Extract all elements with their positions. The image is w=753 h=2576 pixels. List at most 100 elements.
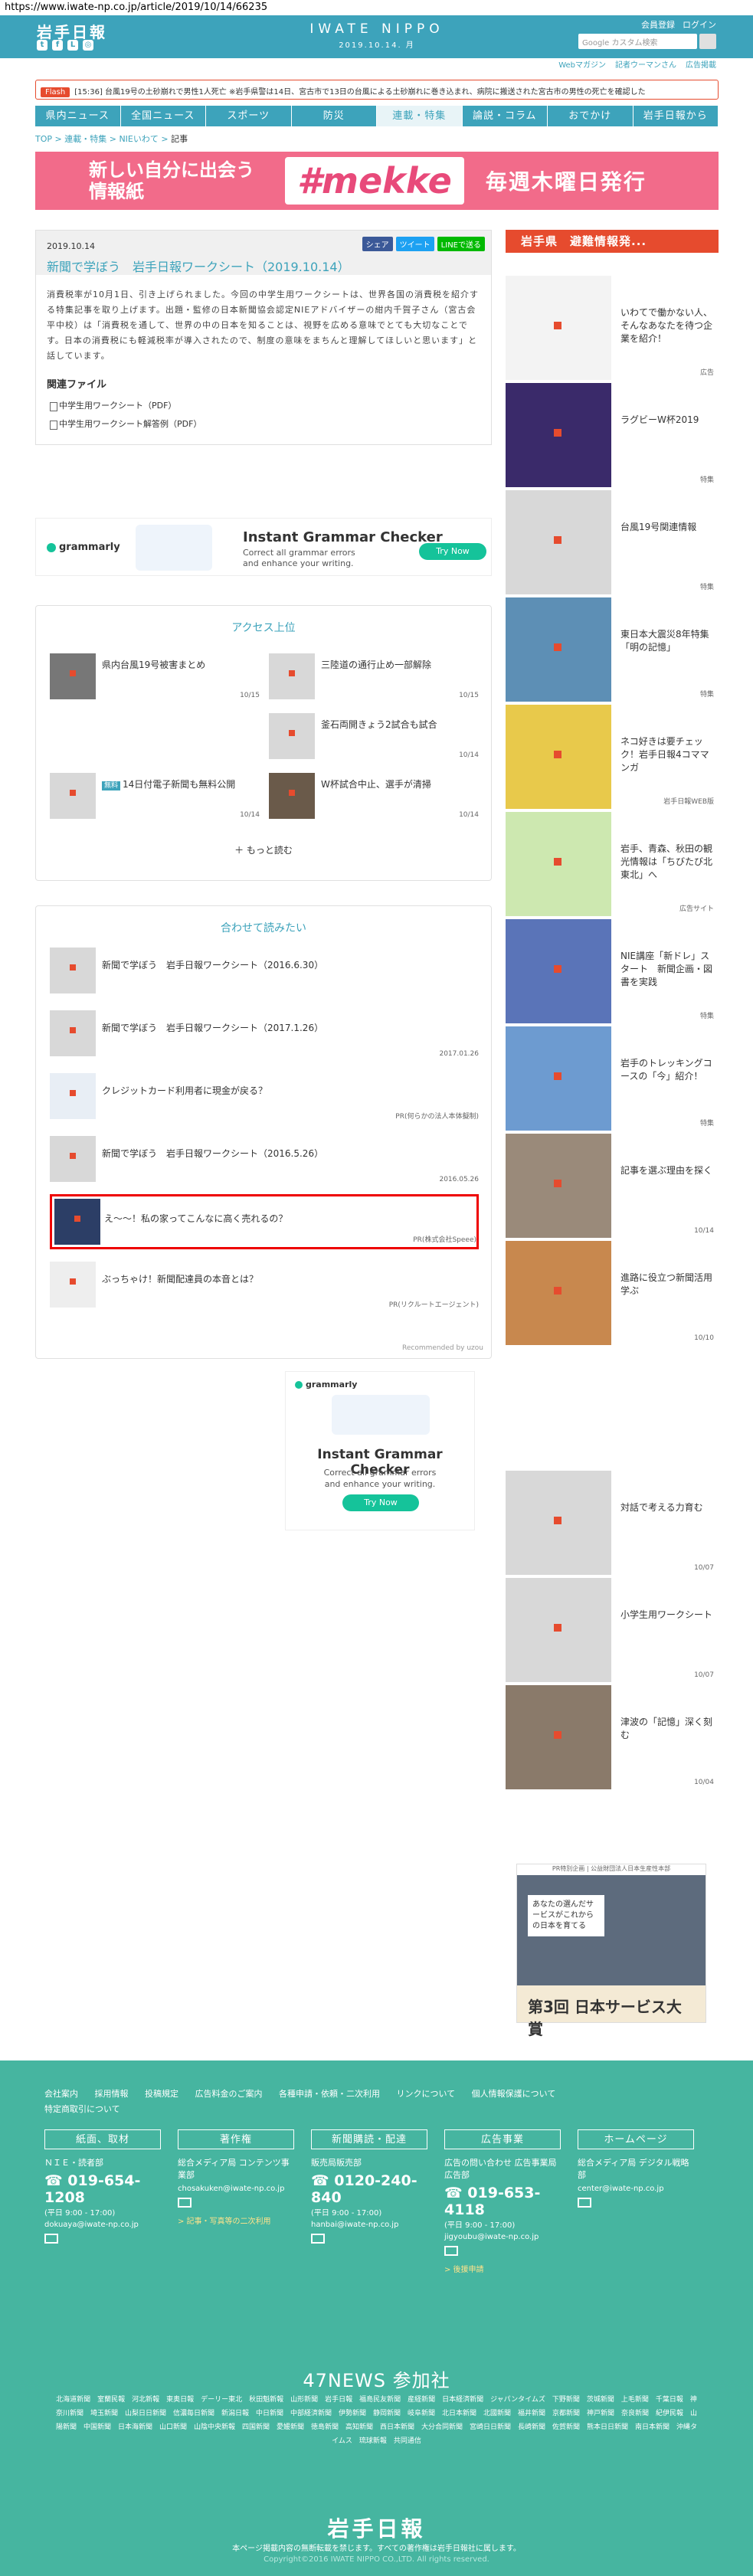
mail-icon[interactable] xyxy=(578,2198,591,2208)
mail-icon[interactable] xyxy=(444,2246,458,2256)
related-item[interactable]: ぶっちゃけ！新聞配達員の本音とは？ PR(リクルートエージェント) xyxy=(50,1257,479,1312)
facebook-icon[interactable]: f xyxy=(52,40,63,51)
related-item-highlighted[interactable]: え〜〜！私の家ってこんなに高く売れるの？ PR(株式会社Speee) xyxy=(50,1194,479,1249)
mail-icon[interactable] xyxy=(44,2234,58,2244)
flash-news[interactable]: Flash [15:36] 台風19号の土砂崩れで男性1人死亡 ※岩手県警は14日… xyxy=(35,80,719,100)
evacuation-info-header[interactable]: 岩手県 避難情報発... xyxy=(506,230,719,253)
footer-col-link[interactable]: > 記事・写真等の二次利用 xyxy=(178,2214,294,2226)
login-link[interactable]: ログイン xyxy=(683,18,716,31)
sidebar-item[interactable]: ラグビーW杯2019 特集 xyxy=(506,383,719,487)
site-logo[interactable]: 岩手日報 xyxy=(37,20,107,42)
footer-link[interactable]: 特定商取引について xyxy=(44,2104,120,2114)
sidebar-item[interactable]: 進路に役立つ新聞活用学ぶ 10/10 xyxy=(506,1241,719,1345)
twitter-icon[interactable]: t xyxy=(37,40,47,51)
footer-col-dept: ＮＩＥ・読者部 xyxy=(44,2158,103,2168)
footer-link[interactable]: 投稿規定 xyxy=(145,2089,178,2099)
nav-item[interactable]: 全国ニュース xyxy=(121,106,206,126)
try-now-button[interactable]: Try Now xyxy=(342,1494,419,1511)
email-address[interactable]: chosakuken@iwate-np.co.jp xyxy=(178,2185,294,2193)
facebook-share-button[interactable]: シェア xyxy=(362,237,393,251)
search-input[interactable]: Google カスタム検索 xyxy=(578,34,697,49)
sidebar-item[interactable]: 岩手、青森、秋田の観光情報は「ちびたび北東北」へ 広告サイト xyxy=(506,812,719,916)
phone-number[interactable]: ☎ 0120-240-840 xyxy=(311,2172,427,2206)
mekke-banner[interactable]: 新しい自分に出会う 情報紙 #mekke 毎週木曜日発行 xyxy=(35,152,719,210)
mail-icon[interactable] xyxy=(311,2234,325,2244)
ranking-item[interactable]: 三陸道の通行止め一部解除 10/15 xyxy=(269,653,479,699)
sidebar-thumb xyxy=(506,1241,611,1345)
instagram-icon[interactable]: ◎ xyxy=(83,40,93,51)
email-address[interactable]: jigyoubu@iwate-np.co.jp xyxy=(444,2233,561,2241)
breadcrumb-item[interactable]: TOP xyxy=(35,134,52,144)
sidebar-thumb xyxy=(506,597,611,702)
footer-col-link[interactable]: > 後援申請 xyxy=(444,2263,561,2274)
ranking-thumb xyxy=(269,713,315,759)
footer-link[interactable]: 採用情報 xyxy=(95,2089,129,2099)
phone-number[interactable]: ☎ 019-653-4118 xyxy=(444,2185,561,2218)
nav-item[interactable]: スポーツ xyxy=(206,106,292,126)
partner-papers[interactable]: 北海道新聞 室蘭民報 河北新報 東奥日報 デーリー東北 秋田魁新報 山形新聞 岩… xyxy=(54,2393,699,2448)
article: 2019.10.14 新聞で学ぼう 岩手日報ワークシート（2019.10.14）… xyxy=(35,230,492,445)
tweet-button[interactable]: ツイート xyxy=(395,237,434,251)
related-item[interactable]: 新聞で学ぼう 岩手日報ワークシート（2016.5.26） 2016.05.26 xyxy=(50,1131,479,1187)
email-address[interactable]: hanbai@iwate-np.co.jp xyxy=(311,2221,427,2229)
try-now-button[interactable]: Try Now xyxy=(419,543,486,560)
related-item[interactable]: 新聞で学ぼう 岩手日報ワークシート（2017.1.26） 2017.01.26 xyxy=(50,1006,479,1061)
sidebar-item[interactable]: 記事を選ぶ理由を探く 10/14 xyxy=(506,1134,719,1238)
footer-col-dept: 販売局販売部 xyxy=(311,2158,362,2168)
recommended-by[interactable]: Recommended by uzou xyxy=(402,1344,483,1352)
footer-link[interactable]: 会社案内 xyxy=(44,2089,78,2099)
pr-ad[interactable]: PR特別企画 | 公益財団法人日本生産性本部 あなたの選んだサービスがこれからの… xyxy=(516,1864,706,2038)
ranking-thumb xyxy=(269,773,315,819)
sidebar-item[interactable]: 小学生用ワークシート 10/07 xyxy=(506,1578,719,1682)
sidebar-item[interactable]: 東日本大震災8年特集「明の記憶」 特集 xyxy=(506,597,719,702)
line-icon[interactable]: L xyxy=(67,40,78,51)
sidebar-text: 小学生用ワークシート xyxy=(620,1609,713,1620)
sidebar-item[interactable]: 対話で考える力育む 10/07 xyxy=(506,1471,719,1575)
footer-link[interactable]: 広告料金のご案内 xyxy=(195,2089,263,2099)
breadcrumb-item[interactable]: 連載・特集 xyxy=(64,134,106,144)
footer-link[interactable]: リンクについて xyxy=(397,2089,456,2099)
footer-logo[interactable]: 岩手日報 xyxy=(0,2512,753,2543)
read-more-button[interactable]: ＋ もっと読む xyxy=(36,843,491,856)
nav-item[interactable]: 岩手日報から xyxy=(634,106,719,126)
webmagazine-link[interactable]: Webマガジン xyxy=(558,58,606,70)
ranking-item[interactable]: 釜石両開きょう2試合も試合 10/14 xyxy=(269,713,479,759)
article-body: 消費税率が10月1日、引き上げられました。今回の中学生用ワークシートは、世界各国… xyxy=(47,290,479,361)
url-bar[interactable]: https://www.iwate-np.co.jp/article/2019/… xyxy=(0,0,753,15)
footer-link[interactable]: 各種申請・依頼・二次利用 xyxy=(279,2089,380,2099)
file-link[interactable]: 中学生用ワークシート解答例（PDF） xyxy=(47,415,480,434)
sidebar-label: 特集 xyxy=(699,584,714,591)
register-link[interactable]: 会員登録 xyxy=(641,18,675,31)
sidebar-item[interactable]: ネコ好きは要チェック！岩手日報4コママンガ 岩手日報WEB版 xyxy=(506,705,719,809)
ranking-item[interactable]: W杯試合中止、選手が清掃 10/14 xyxy=(269,773,479,819)
breadcrumb-item[interactable]: NIEいわて xyxy=(119,134,158,144)
related-thumb xyxy=(50,1136,96,1182)
sidebar-item[interactable]: 台風19号関連情報 特集 xyxy=(506,490,719,594)
line-share-button[interactable]: LINEで送る xyxy=(437,237,485,251)
nav-item[interactable]: おでかけ xyxy=(548,106,634,126)
sidebar-thumb xyxy=(506,1026,611,1131)
footer-link[interactable]: 個人情報保護について xyxy=(472,2089,556,2099)
search-button[interactable] xyxy=(699,34,716,49)
nav-item[interactable]: 防災 xyxy=(292,106,377,126)
nav-item[interactable]: 論説・コラム xyxy=(463,106,548,126)
nav-item-active[interactable]: 連載・特集 xyxy=(377,106,463,126)
mail-icon[interactable] xyxy=(178,2198,192,2208)
ad-link[interactable]: 広告掲載 xyxy=(686,58,716,70)
phone-number[interactable]: ☎ 019-654-1208 xyxy=(44,2172,161,2206)
related-item[interactable]: クレジットカード利用者に現金が戻る？ PR(何らかの法人本体擬制) xyxy=(50,1069,479,1124)
sidebar-item[interactable]: 津波の「記憶」深く刻む 10/04 xyxy=(506,1685,719,1789)
email-address[interactable]: dokuaya@iwate-np.co.jp xyxy=(44,2221,161,2229)
ranking-item[interactable]: 無料 14日付電子新聞も無料公開 10/14 xyxy=(50,773,260,819)
file-link[interactable]: 中学生用ワークシート（PDF） xyxy=(47,397,480,415)
grammarly-ad[interactable]: grammarly Instant Grammar Checker Correc… xyxy=(35,518,492,576)
related-item[interactable]: 新聞で学ぼう 岩手日報ワークシート（2016.6.30） xyxy=(50,943,479,998)
grammarly-ad-2[interactable]: grammarly Instant Grammar Checker Correc… xyxy=(285,1371,475,1530)
sidebar-item[interactable]: NIE講座「新ドレ」スタート 新聞企画・図書を実践 特集 xyxy=(506,919,719,1023)
email-address[interactable]: center@iwate-np.co.jp xyxy=(578,2185,694,2193)
sidebar-item[interactable]: いわてで働かない人、そんなあなたを待つ企業を紹介！ 広告 xyxy=(506,276,719,380)
sidebar-item[interactable]: 岩手のトレッキングコースの「今」紹介！ 特集 xyxy=(506,1026,719,1131)
reporter-link[interactable]: 記者ウーマンさん xyxy=(615,58,676,70)
ranking-item[interactable]: 県内台風19号被害まとめ 10/15 xyxy=(50,653,260,699)
nav-item[interactable]: 県内ニュース xyxy=(35,106,121,126)
